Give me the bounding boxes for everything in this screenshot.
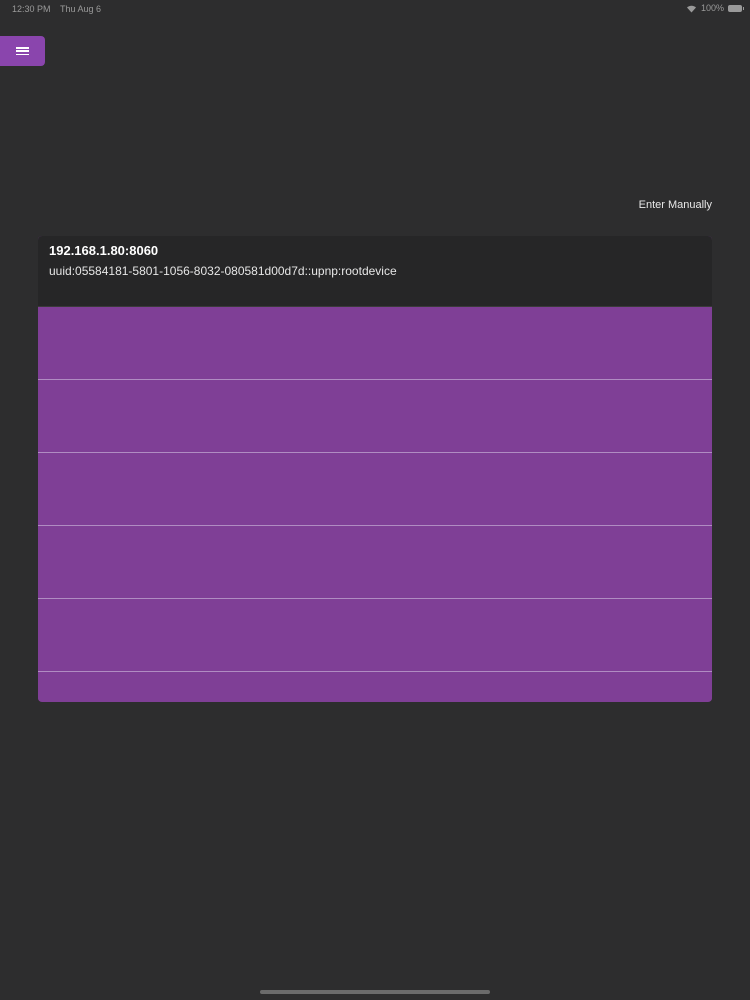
list-row[interactable] [38,380,712,453]
status-indicators: 100% [686,3,744,13]
menu-button[interactable] [0,36,45,66]
empty-rows [38,307,712,701]
device-address: 192.168.1.80:8060 [49,243,159,258]
battery-percent: 100% [700,3,724,13]
list-row[interactable] [38,526,712,599]
hamburger-icon [16,47,29,55]
list-row[interactable] [38,453,712,526]
status-date: Thu Aug 6 [60,4,102,14]
list-row[interactable] [38,672,712,701]
battery-icon [728,4,744,12]
device-uuid: uuid:05584181-5801-1056-8032-080581d00d7… [49,264,397,278]
list-row[interactable] [38,307,712,380]
status-time: 12:30 PM [12,4,51,14]
list-row[interactable] [38,599,712,672]
status-bar: 12:30 PM Thu Aug 6 100% [0,0,750,18]
device-list: 192.168.1.80:8060 uuid:05584181-5801-105… [38,236,712,702]
wifi-icon [686,4,697,13]
enter-manually-link[interactable]: Enter Manually [639,199,712,211]
app-screen: 12:30 PM Thu Aug 6 100% Enter Manually 1… [0,0,750,1000]
device-item[interactable]: 192.168.1.80:8060 uuid:05584181-5801-105… [38,236,712,307]
home-indicator[interactable] [260,990,490,994]
